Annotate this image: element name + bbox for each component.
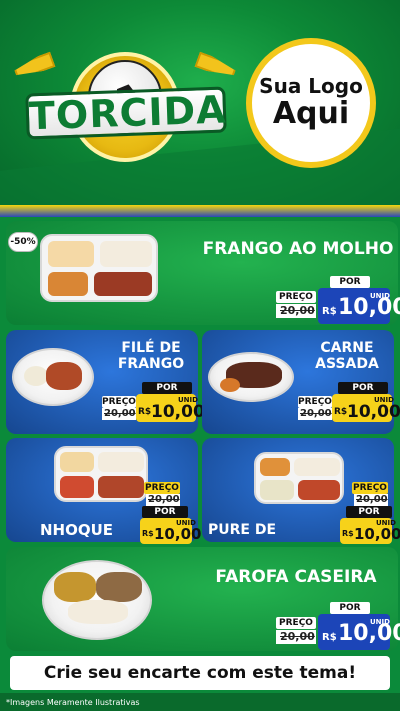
unit: UNID xyxy=(370,618,390,626)
por-label: POR xyxy=(142,382,192,394)
price-label: PREÇO xyxy=(276,617,316,629)
unit: UNID xyxy=(376,519,396,527)
food-bowl-image xyxy=(42,560,152,640)
price-box: R$ 10,00 UNID xyxy=(136,394,205,422)
price-box: R$ 10,00 UNID xyxy=(318,614,400,650)
food-tray-image xyxy=(254,452,344,504)
por-label: POR xyxy=(338,382,388,394)
currency: R$ xyxy=(142,529,154,538)
old-price: 20,00 xyxy=(148,494,180,505)
old-price: 20,00 xyxy=(356,494,388,505)
price-label: PREÇO xyxy=(298,396,332,408)
por-label: POR xyxy=(142,506,188,518)
price-label: PREÇO xyxy=(352,482,388,494)
por-label: POR xyxy=(330,276,370,288)
unit: UNID xyxy=(176,519,196,527)
old-price: 20,00 xyxy=(104,408,136,419)
product-name-line2: ASSADA xyxy=(315,356,379,372)
logo-placeholder: Sua Logo Aqui xyxy=(246,38,376,168)
logo-line2: Aqui xyxy=(272,96,350,131)
brand-title: TORCIDA xyxy=(25,86,227,140)
currency: R$ xyxy=(334,407,348,417)
unit: UNID xyxy=(374,396,394,404)
food-tray-image xyxy=(54,446,148,502)
price: 10,00 xyxy=(338,621,400,646)
currency: R$ xyxy=(138,407,152,417)
product-name: PURE DE BATATA xyxy=(208,522,277,538)
discount-badge: -50% xyxy=(8,232,38,252)
old-price: 20,00 xyxy=(300,408,332,419)
cta-banner[interactable]: Crie seu encarte com este tema! xyxy=(10,656,390,690)
food-tray-image xyxy=(40,234,158,302)
food-bowl-image xyxy=(208,352,294,402)
por-label: POR xyxy=(346,506,392,518)
logo-line1: Sua Logo xyxy=(259,74,363,98)
product-name-line2: FRANGO xyxy=(117,356,185,372)
product-name: NHOQUE xyxy=(40,521,114,539)
price-label: PREÇO xyxy=(276,291,316,303)
food-bowl-image xyxy=(12,348,94,406)
product-name: FAROFA CASEIRA xyxy=(215,567,377,587)
disclaimer: *Imagens Meramente Ilustrativas xyxy=(6,698,140,707)
currency: R$ xyxy=(322,306,337,317)
por-label: POR xyxy=(330,602,370,614)
torcida-logo: TORCIDA xyxy=(18,46,228,166)
product-name: FRANGO AO MOLHO xyxy=(202,239,394,259)
price-label: PREÇO xyxy=(102,396,136,408)
unit: UNID xyxy=(370,292,390,300)
header-banner: TORCIDA Sua Logo Aqui xyxy=(0,0,400,205)
currency: R$ xyxy=(342,529,354,538)
price-box: R$ 10,00 UNID xyxy=(340,518,400,544)
price-label: PREÇO xyxy=(144,482,180,494)
price: 10,00 xyxy=(338,295,400,320)
currency: R$ xyxy=(322,632,337,643)
old-price: 20,00 xyxy=(280,630,315,643)
unit: UNID xyxy=(178,396,198,404)
price-box: R$ 10,00 UNID xyxy=(318,288,400,324)
price-box: R$ 10,00 UNID xyxy=(332,394,400,422)
divider-band xyxy=(0,205,400,217)
old-price: 20,00 xyxy=(280,304,315,317)
price-box: R$ 10,00 UNID xyxy=(140,518,201,544)
